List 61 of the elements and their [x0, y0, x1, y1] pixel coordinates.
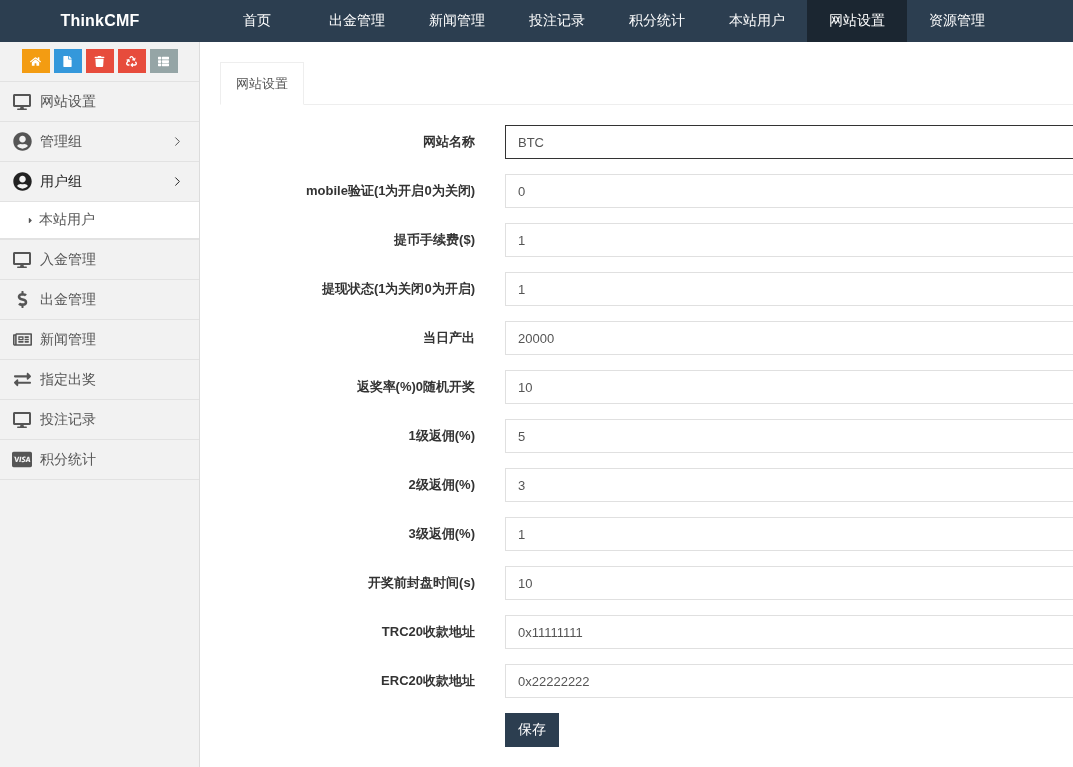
sidebar-item[interactable]: 积分统计 — [0, 440, 199, 480]
monitor-icon — [13, 92, 31, 111]
field-label: 提币手续费($) — [394, 231, 475, 249]
newspaper-icon — [12, 330, 32, 349]
text-field[interactable]: 10 — [505, 370, 1073, 404]
sidebar-item[interactable]: 入金管理 — [0, 240, 199, 280]
sidebar-item[interactable]: 新闻管理 — [0, 320, 199, 360]
save-button[interactable]: 保存 — [505, 713, 559, 747]
text-field[interactable]: 0x11111111 — [505, 615, 1073, 649]
nav-item[interactable]: 新闻管理 — [407, 0, 507, 42]
field-label: 当日产出 — [423, 329, 475, 347]
file-icon — [62, 55, 73, 67]
nav-item[interactable]: 投注记录 — [507, 0, 607, 42]
nav-item[interactable]: 网站设置 — [807, 0, 907, 42]
text-field[interactable]: 20000 — [505, 321, 1073, 355]
caret-icon — [26, 215, 35, 225]
file-button[interactable] — [53, 49, 82, 73]
sidebar-subitem[interactable]: 本站用户 — [0, 202, 199, 240]
monitor-icon — [13, 250, 31, 269]
field-label: 开奖前封盘时间(s) — [368, 574, 475, 592]
field-label: ERC20收款地址 — [381, 672, 475, 690]
home-icon — [30, 55, 41, 67]
nav-item[interactable]: 本站用户 — [707, 0, 807, 42]
list-icon — [158, 55, 169, 67]
field-label: mobile验证(1为开启0为关闭) — [306, 182, 475, 200]
text-field[interactable]: 3 — [505, 468, 1073, 502]
recycle-icon — [126, 55, 137, 67]
trash-button[interactable] — [85, 49, 114, 73]
tab[interactable]: 网站设置 — [220, 62, 304, 105]
sidebar-item[interactable]: 出金管理 — [0, 280, 199, 320]
text-field[interactable]: 0x22222222 — [505, 664, 1073, 698]
swap-arrows-icon — [13, 371, 31, 388]
nav-item[interactable]: 资源管理 — [907, 0, 1007, 42]
nav-item[interactable]: 首页 — [207, 0, 307, 42]
home-button[interactable] — [21, 49, 50, 73]
monitor-icon — [13, 410, 31, 429]
nav-item[interactable]: 积分统计 — [607, 0, 707, 42]
brand-name[interactable]: ThinkCMF — [60, 12, 140, 30]
recycle-button[interactable] — [117, 49, 146, 73]
field-label: 提现状态(1为关闭0为开启) — [321, 280, 475, 298]
text-field[interactable]: 1 — [505, 517, 1073, 551]
field-label: 3级返佣(%) — [408, 525, 475, 543]
field-label: 2级返佣(%) — [408, 476, 475, 494]
text-field[interactable]: 0 — [505, 174, 1073, 208]
field-label: 1级返佣(%) — [408, 427, 475, 445]
field-label: 返奖率(%)0随机开奖 — [356, 378, 475, 396]
text-field[interactable]: 1 — [505, 272, 1073, 306]
list-button[interactable] — [149, 49, 178, 73]
text-field[interactable]: 1 — [505, 223, 1073, 257]
sidebar-item[interactable]: 指定出奖 — [0, 360, 199, 400]
nav-item[interactable]: 出金管理 — [307, 0, 407, 42]
sidebar-item[interactable]: 管理组 — [0, 122, 199, 162]
trash-icon — [94, 55, 105, 67]
text-field[interactable]: 5 — [505, 419, 1073, 453]
sidebar-item[interactable]: 投注记录 — [0, 400, 199, 440]
text-field[interactable]: BTC — [505, 125, 1073, 159]
credit-card-icon — [12, 449, 32, 470]
text-field[interactable]: 10 — [505, 566, 1073, 600]
field-label: TRC20收款地址 — [381, 623, 475, 641]
sidebar-item[interactable]: 网站设置 — [0, 82, 199, 122]
field-label: 网站名称 — [423, 133, 475, 151]
